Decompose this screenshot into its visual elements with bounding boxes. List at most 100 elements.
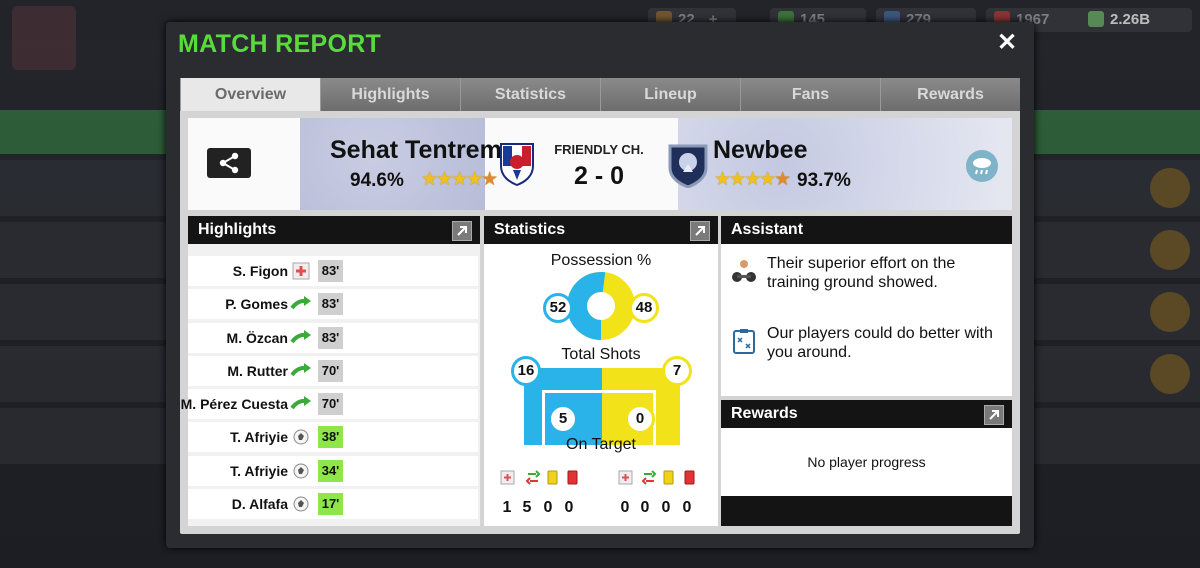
highlight-player-name: T. Afriyie — [230, 462, 288, 479]
highlights-header: Highlights — [188, 216, 480, 244]
on-target-home-value: 5 — [548, 404, 578, 434]
tab-fans[interactable]: Fans — [740, 78, 880, 111]
match-score: 2 - 0 — [573, 162, 625, 190]
away-team-rating: 93.7% — [797, 170, 851, 191]
home-team-name: Sehat Tentrem — [330, 136, 502, 164]
expand-statistics-button[interactable] — [690, 221, 710, 241]
highlight-event-row: T. Afriyie 34' — [188, 455, 478, 486]
expand-icon — [457, 226, 467, 236]
yellow-card-icon — [663, 470, 674, 485]
goal-ball-icon — [293, 429, 309, 445]
assistant-tip-text: Their superior effort on the training gr… — [767, 255, 956, 291]
highlight-minute: 70' — [318, 393, 343, 416]
away-team-name: Newbee — [713, 136, 808, 164]
highlight-player-name: M. Özcan — [226, 329, 288, 346]
expand-icon — [989, 410, 999, 420]
home-red-count: 0 — [564, 499, 574, 516]
match-report-dialog: MATCH REPORT ✕ Overview Highlights Stati… — [166, 22, 1034, 548]
assistant-header: Assistant — [721, 216, 1012, 244]
close-button[interactable]: ✕ — [992, 28, 1022, 58]
tab-highlights[interactable]: Highlights — [320, 78, 460, 111]
shots-away-value: 7 — [662, 356, 692, 386]
home-team-rating: 94.6% — [350, 170, 404, 191]
away-subs-count: 0 — [640, 499, 650, 516]
goal-ball-icon — [293, 463, 309, 479]
tab-statistics[interactable]: Statistics — [460, 78, 600, 111]
home-team-stars: ★★★★★ — [421, 169, 498, 190]
away-team-stars: ★★★★★ — [714, 169, 791, 190]
highlight-player-name: T. Afriyie — [230, 429, 288, 446]
injury-icon — [500, 470, 515, 485]
tab-lineup[interactable]: Lineup — [600, 78, 740, 111]
clipboard-tactics-icon — [733, 329, 755, 354]
assistant-section: Assistant Their superior effort on the t… — [721, 216, 1012, 396]
home-yellow-count: 0 — [543, 499, 553, 516]
highlight-minute: 70' — [318, 359, 343, 382]
highlight-minute: 83' — [318, 260, 343, 282]
away-injuries-count: 0 — [620, 499, 630, 516]
possession-label: Possession % — [550, 252, 652, 269]
highlight-event-row: D. Alfafa 17' — [188, 489, 478, 520]
highlight-minute: 83' — [318, 293, 343, 316]
dialog-title: MATCH REPORT — [178, 30, 382, 58]
highlight-player-name: M. Rutter — [227, 362, 288, 379]
substitution-icon — [290, 296, 311, 310]
injury-icon — [292, 262, 310, 280]
match-header: Sehat Tentrem 94.6% ★★★★★ FRIENDLY CH. 2… — [188, 118, 1012, 210]
highlight-event-row: M. Pérez Cuesta 70' — [181, 389, 478, 420]
away-team-crest — [668, 144, 708, 188]
red-card-icon — [684, 470, 695, 485]
substitution-icon — [290, 396, 311, 410]
on-target-label: On Target — [566, 436, 636, 453]
possession-home-value: 52 — [543, 293, 573, 323]
competition-name: FRIENDLY CH. — [554, 142, 644, 157]
highlight-minute: 17' — [318, 493, 343, 516]
expand-icon — [695, 226, 705, 236]
substitution-icon — [290, 329, 311, 343]
substitution-icon — [641, 470, 657, 485]
rewards-footer-bar — [721, 496, 1012, 526]
away-yellow-count: 0 — [661, 499, 671, 516]
possession-away-value: 48 — [629, 293, 659, 323]
statistics-header: Statistics — [484, 216, 718, 244]
highlight-event-row: T. Afriyie 38' — [188, 422, 478, 453]
home-subs-count: 5 — [522, 499, 532, 516]
possession-chart — [567, 272, 635, 340]
highlight-player-name: P. Gomes — [225, 296, 288, 313]
yellow-card-icon — [547, 470, 558, 485]
tab-rewards[interactable]: Rewards — [880, 78, 1020, 111]
rewards-header: Rewards — [721, 400, 1012, 428]
statistics-section: Statistics Possession % 52 48 Total Shot… — [484, 216, 718, 526]
goal-ball-icon — [293, 496, 309, 512]
report-panel: Overview Highlights Statistics Lineup Fa… — [180, 78, 1020, 534]
home-team-crest — [500, 143, 534, 186]
highlight-minute: 34' — [318, 459, 343, 482]
highlight-player-name: D. Alfafa — [231, 496, 288, 513]
highlight-event-row: M. Rutter 70' — [188, 355, 478, 386]
on-target-away-value: 0 — [625, 404, 655, 434]
highlight-player-name: S. Figon — [232, 263, 288, 279]
tab-overview[interactable]: Overview — [180, 78, 320, 111]
share-icon — [219, 152, 239, 174]
counts-icons — [500, 470, 695, 485]
away-red-count: 0 — [682, 499, 692, 516]
highlight-minute: 83' — [318, 326, 343, 349]
assistant-tip-text: Our players could do better with you aro… — [767, 325, 993, 361]
highlight-minute: 38' — [318, 426, 343, 449]
expand-rewards-button[interactable] — [984, 405, 1004, 425]
shots-goal-graphic — [524, 368, 680, 445]
rewards-section: Rewards No player progress — [721, 400, 1012, 526]
shots-home-value: 16 — [511, 356, 541, 386]
highlights-section: Highlights S. Figon 83' P. Gomes 83' M. Özca… — [181, 216, 480, 526]
home-injuries-count: 1 — [502, 499, 512, 516]
expand-highlights-button[interactable] — [452, 221, 472, 241]
tab-bar: Overview Highlights Statistics Lineup Fa… — [180, 78, 1020, 111]
highlights-list: S. Figon 83' P. Gomes 83' M. Özcan 83' M. Rutt… — [181, 256, 478, 522]
red-card-icon — [567, 470, 578, 485]
highlight-event-row: S. Figon 83' — [188, 256, 478, 286]
rewards-message: No player progress — [807, 454, 926, 470]
substitution-icon — [290, 362, 311, 377]
share-button[interactable] — [207, 148, 251, 178]
highlight-event-row: M. Özcan 83' — [188, 322, 478, 353]
possession-home-ring — [567, 272, 606, 340]
